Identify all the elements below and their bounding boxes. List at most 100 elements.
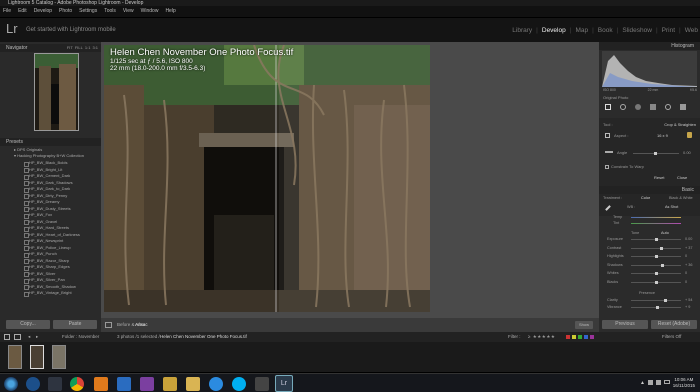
menu-item[interactable]: Window: [141, 6, 159, 17]
volume-icon[interactable]: [656, 380, 661, 385]
preset-group[interactable]: ▾ Hacking Photography B+W Collection: [14, 153, 84, 159]
wb-value[interactable]: As Shot: [665, 205, 678, 209]
start-button-icon[interactable]: [4, 377, 18, 391]
tone-slider-value[interactable]: 0: [685, 254, 687, 258]
treatment-color[interactable]: Color: [641, 196, 650, 200]
paste-button[interactable]: Paste: [53, 320, 97, 329]
clarity-value[interactable]: + 54: [685, 298, 693, 302]
crop-frame-icon[interactable]: [605, 133, 610, 138]
back-arrow-icon[interactable]: ◂: [28, 332, 30, 342]
straighten-tool-icon[interactable]: [605, 151, 613, 153]
module-library[interactable]: Library: [512, 27, 532, 34]
slider-knob[interactable]: [654, 272, 658, 275]
second-window-icon[interactable]: [14, 334, 21, 340]
internet-explorer-icon[interactable]: [209, 377, 223, 391]
zoom-option[interactable]: 3:1: [92, 45, 98, 50]
menu-item[interactable]: Tools: [104, 6, 116, 17]
menu-item[interactable]: Help: [165, 6, 175, 17]
tone-slider[interactable]: [631, 272, 681, 275]
constrain-checkbox[interactable]: [605, 165, 609, 169]
slider-knob[interactable]: [654, 255, 658, 258]
zoom-option[interactable]: FILL: [75, 45, 83, 50]
filmstrip-thumbnail[interactable]: [52, 345, 66, 369]
clock[interactable]: 10:06 AM 16/11/2015: [673, 377, 695, 389]
tone-slider-value[interactable]: + 36: [685, 263, 693, 267]
tone-slider[interactable]: [631, 238, 681, 241]
copy-button[interactable]: Copy...: [6, 320, 50, 329]
media-player-icon[interactable]: [26, 377, 40, 391]
photo-preview[interactable]: Helen Chen November One Photo Focus.tif …: [104, 45, 430, 312]
red-eye-icon[interactable]: [635, 104, 641, 110]
menu-item[interactable]: File: [3, 6, 11, 17]
navigator-preview[interactable]: [34, 53, 79, 131]
zoom-option[interactable]: 1:1: [85, 45, 91, 50]
tone-slider[interactable]: [631, 246, 681, 250]
crop-tool-icon[interactable]: [605, 104, 611, 110]
histogram-header[interactable]: Histogram: [599, 42, 700, 50]
presets-header[interactable]: Presets: [0, 138, 101, 146]
vibrance-slider[interactable]: [631, 306, 681, 309]
treatment-bw[interactable]: Black & White: [669, 196, 693, 200]
filmstrip-thumbnail[interactable]: [30, 345, 44, 369]
tone-slider-value[interactable]: 0: [685, 280, 687, 284]
slider-knob[interactable]: [660, 263, 664, 267]
auto-tone-button[interactable]: Auto: [661, 231, 669, 235]
module-book[interactable]: Book: [598, 27, 613, 34]
graduated-filter-icon[interactable]: [650, 104, 656, 110]
selected-file-name[interactable]: Helen Chen November One Photo Focus.tif: [160, 332, 247, 342]
tone-slider-value[interactable]: + 37: [685, 246, 693, 250]
tone-slider-value[interactable]: 0.00: [685, 237, 692, 241]
mobile-promo-link[interactable]: Get started with Lightroom mobile: [26, 27, 116, 33]
clarity-slider[interactable]: [631, 299, 681, 302]
forward-arrow-icon[interactable]: ▸: [36, 332, 38, 342]
histogram-chart[interactable]: [602, 51, 697, 87]
skype-icon[interactable]: [232, 377, 246, 391]
chrome-icon[interactable]: [70, 377, 84, 391]
module-develop[interactable]: Develop: [542, 27, 566, 34]
battery-icon[interactable]: [664, 380, 670, 384]
tone-slider[interactable]: [631, 280, 681, 284]
temp-slider[interactable]: [631, 217, 681, 218]
tone-slider[interactable]: [631, 255, 681, 258]
navigator-header[interactable]: Navigator FIT FILL 1:1 3:1: [0, 44, 101, 52]
previous-button[interactable]: Previous: [602, 320, 648, 329]
reset-adobe-button[interactable]: Reset (Adobe): [651, 320, 697, 329]
file-explorer-icon[interactable]: [186, 377, 200, 391]
module-map[interactable]: Map: [575, 27, 588, 34]
menu-item[interactable]: Settings: [79, 6, 97, 17]
module-web[interactable]: Web: [685, 27, 698, 34]
crop-reset-button[interactable]: Reset: [654, 175, 664, 180]
app-icon[interactable]: [117, 377, 131, 391]
color-label-filter[interactable]: [566, 335, 594, 339]
toolbar-value[interactable]: Ansac: [135, 318, 148, 332]
radial-filter-icon[interactable]: [665, 104, 671, 110]
angle-slider[interactable]: [633, 152, 679, 155]
app-icon[interactable]: [163, 377, 177, 391]
tray-arrow-icon[interactable]: ▲: [640, 380, 645, 386]
menu-item[interactable]: Develop: [34, 6, 52, 17]
app-icon[interactable]: [255, 377, 269, 391]
zoom-option[interactable]: FIT: [67, 45, 73, 50]
soft-proof-button[interactable]: Show: [575, 321, 593, 329]
rating-filter-stars[interactable]: ≥ ★★★★★: [528, 332, 555, 342]
crop-close-button[interactable]: Close: [677, 175, 687, 180]
basic-header[interactable]: Basic: [599, 186, 700, 194]
angle-value[interactable]: 0.00: [683, 150, 691, 155]
wb-eyedropper-icon[interactable]: [605, 205, 611, 211]
tint-slider[interactable]: [631, 223, 681, 224]
slider-knob[interactable]: [659, 246, 663, 250]
preset-item[interactable]: HP_BW_Vintage_Bright: [0, 290, 101, 297]
module-print[interactable]: Print: [662, 27, 675, 34]
network-icon[interactable]: [648, 380, 653, 385]
filters-off-select[interactable]: Filters Off: [662, 332, 681, 342]
adjustment-brush-icon[interactable]: [680, 104, 686, 110]
aspect-value[interactable]: 16 x 9: [657, 133, 668, 138]
spot-removal-icon[interactable]: [620, 104, 626, 110]
tone-slider-value[interactable]: 0: [685, 271, 687, 275]
tone-slider[interactable]: [631, 263, 681, 267]
folder-label[interactable]: Folder : November: [62, 332, 99, 342]
slider-knob[interactable]: [654, 238, 658, 241]
menu-item[interactable]: Photo: [59, 6, 72, 17]
slider-knob[interactable]: [654, 280, 658, 284]
eye-app-icon[interactable]: [48, 377, 62, 391]
